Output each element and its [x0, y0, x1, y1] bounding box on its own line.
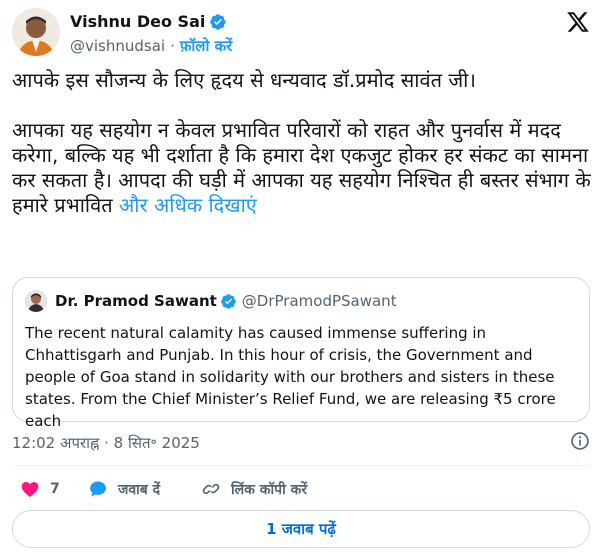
quoted-verified-badge-icon [220, 293, 236, 309]
author-avatar[interactable] [12, 8, 60, 56]
info-icon[interactable] [570, 431, 590, 451]
quoted-author-name: Dr. Pramod Sawant [55, 292, 217, 310]
author-handle[interactable]: @vishnudsai [70, 37, 165, 55]
reply-button[interactable]: जवाब दें [88, 479, 160, 499]
tweet-text: आपके इस सौजन्य के लिए हृदय से धन्यवाद डॉ… [12, 68, 592, 218]
x-logo-icon[interactable] [566, 10, 590, 34]
tweet-paragraph-1: आपके इस सौजन्य के लिए हृदय से धन्यवाद डॉ… [12, 68, 476, 92]
tweet-paragraph-2: आपका यह सहयोग न केवल प्रभावित परिवारों क… [12, 118, 592, 218]
quoted-tweet-text: The recent natural calamity has caused i… [25, 324, 556, 430]
like-count: 7 [50, 481, 60, 497]
copy-link-button[interactable]: लिंक कॉपी करें [201, 479, 307, 499]
link-icon [202, 483, 220, 495]
show-more-link[interactable]: और अधिक दिखाएं [119, 193, 257, 217]
tweet-paragraph-2-text: आपका यह सहयोग न केवल प्रभावित परिवारों क… [12, 118, 598, 217]
tweet-timestamp[interactable]: 12:02 अपराह्न · 8 सित॰ 2025 [12, 433, 200, 453]
author-name[interactable]: Vishnu Deo Sai [70, 12, 205, 31]
quoted-avatar-image [25, 290, 47, 312]
divider [12, 465, 590, 466]
separator-dot: · [170, 37, 175, 55]
like-button[interactable]: 7 [20, 479, 60, 499]
quoted-author-handle: @DrPramodPSawant [241, 292, 397, 310]
reply-label: जवाब दें [118, 481, 161, 498]
tweet-header: Vishnu Deo Sai @vishnudsai · फ़ॉलो करें [12, 6, 590, 58]
quoted-tweet[interactable]: Dr. Pramod Sawant @DrPramodPSawant The r… [12, 277, 590, 430]
heart-icon [21, 482, 39, 497]
action-bar: 7 जवाब दें लिंक कॉपी करें [12, 479, 590, 503]
follow-button[interactable]: फ़ॉलो करें [180, 36, 232, 56]
author-avatar-image [12, 8, 60, 56]
speech-bubble-icon [90, 481, 106, 497]
copy-link-label: लिंक कॉपी करें [231, 481, 308, 498]
read-replies-button[interactable]: 1 जवाब पढ़ें [12, 510, 590, 548]
quoted-author-avatar [25, 290, 47, 312]
verified-badge-icon [210, 13, 227, 30]
